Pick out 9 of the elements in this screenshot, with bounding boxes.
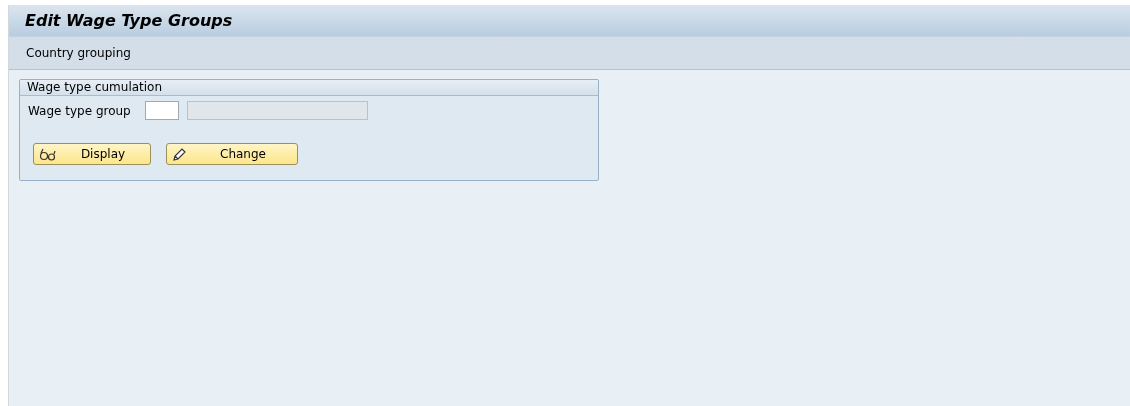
group-title: Wage type cumulation (20, 80, 598, 96)
glasses-icon (39, 148, 57, 161)
change-button[interactable]: Change (166, 143, 298, 165)
input-field[interactable] (145, 101, 179, 120)
toolbar-label: Country grouping (26, 46, 131, 60)
pencil-icon (172, 148, 186, 162)
display-button[interactable]: Display (33, 143, 151, 165)
field-label: Wage type group (28, 103, 132, 118)
window-title: Edit Wage Type Groups (25, 11, 233, 30)
